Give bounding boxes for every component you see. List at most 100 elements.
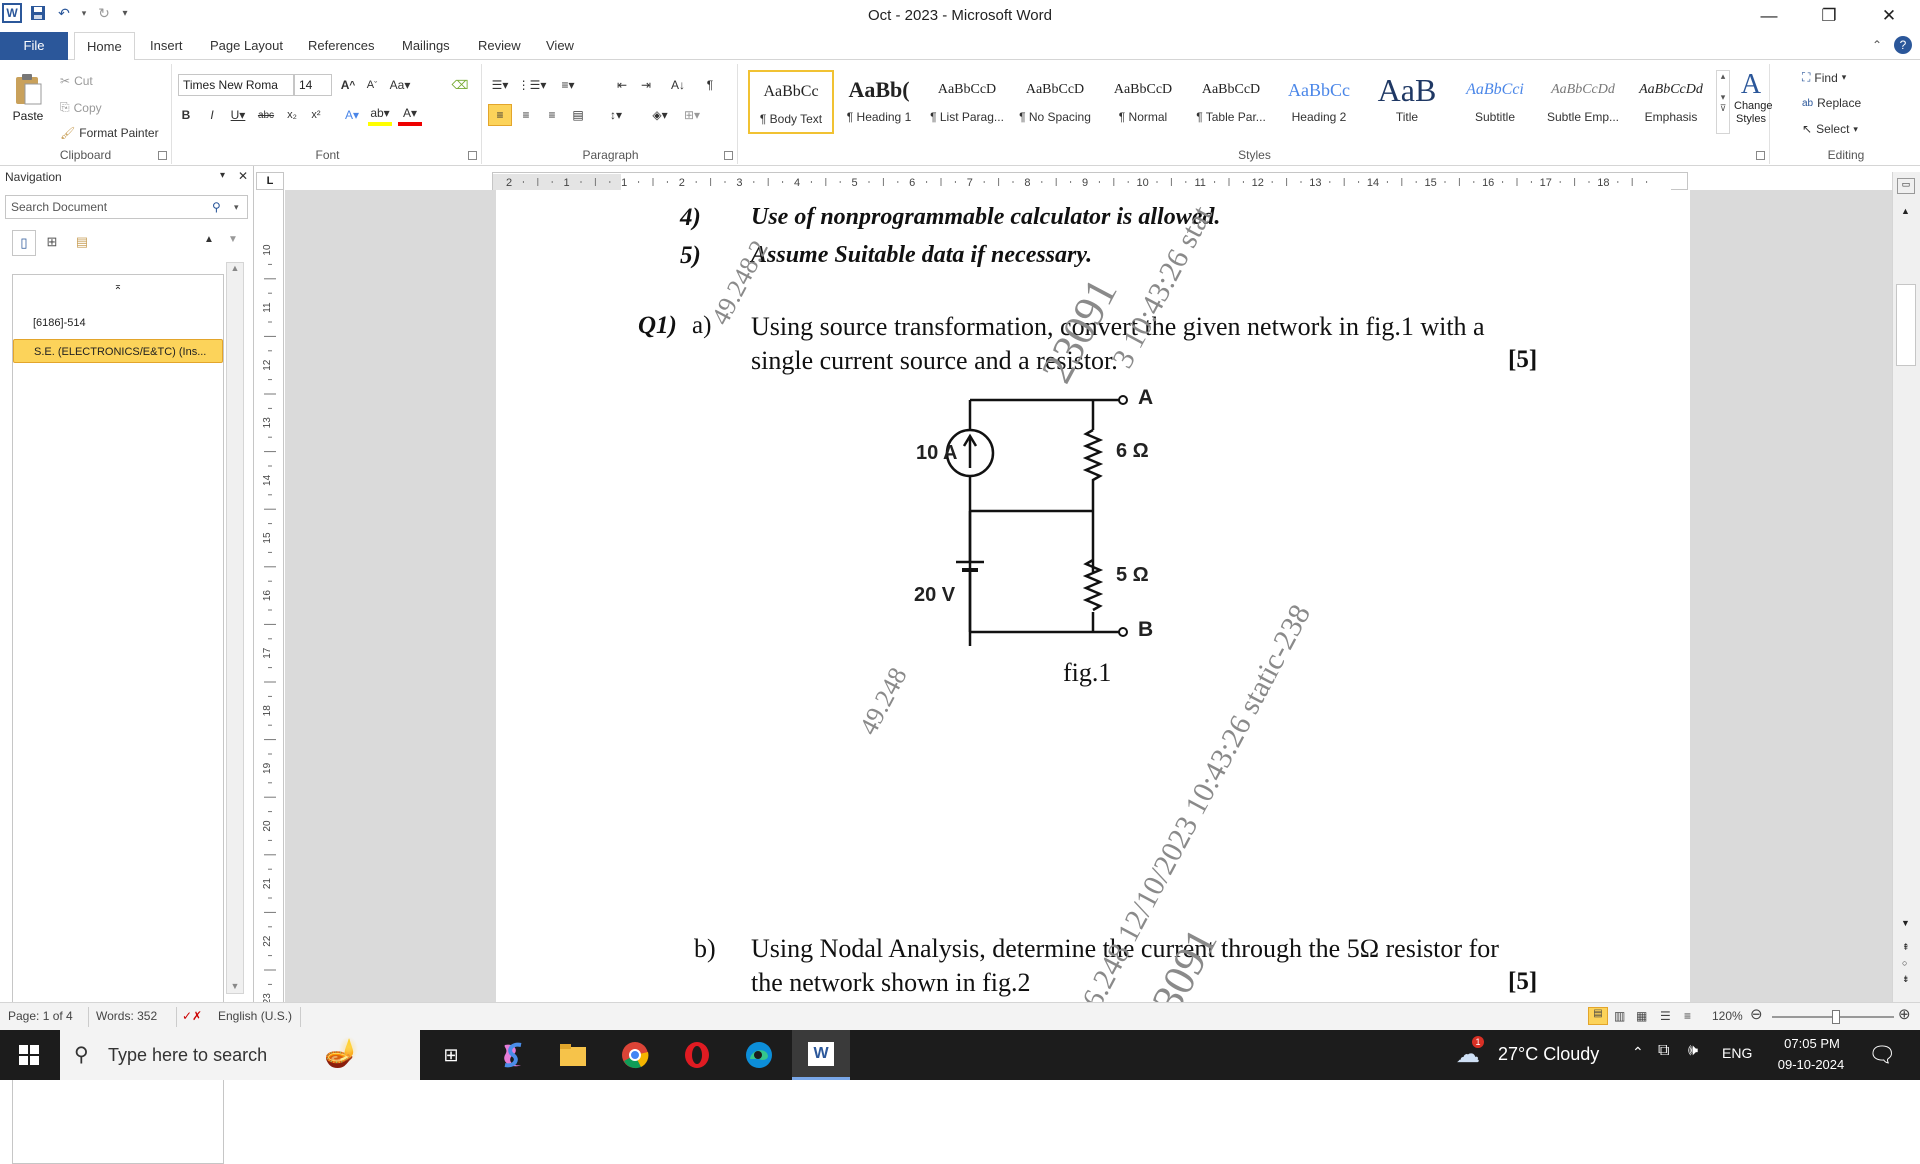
strikethrough-icon[interactable]: abc [254, 104, 278, 126]
minimize-icon[interactable]: — [1740, 0, 1798, 32]
windows-start-icon[interactable] [0, 1030, 58, 1080]
find-button[interactable]: ⛶ Find ▾ [1802, 70, 1846, 85]
web-layout-icon[interactable]: ▦ [1636, 1009, 1647, 1023]
tab-references[interactable]: References [296, 32, 386, 60]
align-right-icon[interactable]: ≡ [540, 104, 564, 126]
nav-close-icon[interactable]: ✕ [238, 169, 248, 183]
word-taskbar-icon[interactable]: W [792, 1030, 850, 1080]
search-icon[interactable]: ⚲ [212, 196, 221, 218]
scroll-thumb[interactable] [1896, 284, 1916, 366]
sort-icon[interactable]: A↓ [666, 74, 690, 96]
paragraph-launcher-icon[interactable] [724, 151, 733, 160]
clock-date[interactable]: 09-10-2024 [1766, 1057, 1856, 1072]
weather-text[interactable]: 27°C Cloudy [1498, 1044, 1599, 1065]
previous-heading-icon[interactable]: ▲ [204, 234, 214, 245]
nav-heading-item[interactable]: [6186]-514 [13, 311, 223, 335]
copilot-icon[interactable] [484, 1030, 542, 1080]
volume-icon[interactable]: 🕪 [1688, 1042, 1698, 1060]
style-emphasis[interactable]: AaBbCcDd Emphasis [1628, 70, 1714, 134]
cut-button[interactable]: ✂ Cut [60, 74, 93, 88]
tab-mailings[interactable]: Mailings [390, 32, 462, 60]
change-case-icon[interactable]: Aa▾ [388, 74, 412, 96]
zoom-in-icon[interactable]: ⊕ [1898, 1005, 1911, 1023]
increase-indent-icon[interactable]: ⇥ [634, 74, 658, 96]
tab-selector-icon[interactable]: L [256, 172, 284, 190]
paste-button[interactable]: Paste [10, 72, 46, 132]
browse-object-icon[interactable]: ○ [1902, 958, 1907, 968]
pages-view-icon[interactable]: ⊞ [40, 230, 64, 256]
opera-icon[interactable] [668, 1030, 726, 1080]
nav-search-input[interactable]: Search Document ⚲ ▾ [5, 195, 248, 219]
clipboard-launcher-icon[interactable] [158, 151, 167, 160]
restore-icon[interactable]: ❐ [1800, 0, 1858, 32]
show-marks-icon[interactable]: ¶ [698, 74, 722, 96]
align-center-icon[interactable]: ≡ [514, 104, 538, 126]
styles-launcher-icon[interactable] [1756, 151, 1765, 160]
underline-icon[interactable]: U▾ [226, 104, 250, 126]
bullets-icon[interactable]: ☰▾ [488, 74, 512, 96]
zoom-slider[interactable] [1772, 1010, 1894, 1024]
previous-page-icon[interactable]: ⇞ [1902, 942, 1910, 953]
vertical-scrollbar[interactable]: ▭ ▲ ▼ ⇞ ○ ⇟ [1892, 172, 1920, 1002]
edge-icon[interactable] [730, 1030, 788, 1080]
nav-menu-icon[interactable]: ▾ [220, 170, 225, 181]
tab-view[interactable]: View [534, 32, 586, 60]
proofing-icon[interactable]: ✓✗ [182, 1009, 202, 1023]
decrease-indent-icon[interactable]: ⇤ [610, 74, 634, 96]
borders-icon[interactable]: ⊞▾ [680, 104, 704, 126]
copy-button[interactable]: ⎘ Copy [60, 100, 102, 115]
style-no-spacing[interactable]: AaBbCcD ¶ No Spacing [1012, 70, 1098, 134]
print-layout-icon[interactable]: ▤ [1588, 1007, 1608, 1025]
style-body-text[interactable]: AaBbCc ¶ Body Text [748, 70, 834, 134]
style-table-paragraph[interactable]: AaBbCcD ¶ Table Par... [1188, 70, 1274, 134]
help-icon[interactable]: ? [1894, 36, 1912, 54]
italic-icon[interactable]: I [200, 104, 224, 126]
font-family-combo[interactable]: Times New Roma [178, 74, 294, 96]
text-effects-icon[interactable]: A▾ [340, 104, 364, 126]
language-status[interactable]: English (U.S.) [218, 1009, 292, 1023]
tab-page-layout[interactable]: Page Layout [198, 32, 295, 60]
collapse-all-icon[interactable]: ⌅ [13, 275, 223, 299]
bold-icon[interactable]: B [174, 104, 198, 126]
task-view-icon[interactable]: ⊞ [422, 1030, 480, 1080]
clock-time[interactable]: 07:05 PM [1770, 1036, 1854, 1051]
results-view-icon[interactable]: ▤ [70, 230, 94, 256]
file-explorer-icon[interactable] [544, 1030, 602, 1080]
shrink-font-icon[interactable]: Aˇ [360, 74, 384, 96]
taskbar-search-box[interactable]: ⚲ Type here to search 🪔 [60, 1030, 420, 1080]
grow-font-icon[interactable]: A ^ [336, 74, 360, 96]
full-screen-reading-icon[interactable]: ▥ [1614, 1009, 1625, 1023]
highlight-icon[interactable]: ab▾ [368, 104, 392, 126]
zoom-slider-thumb[interactable] [1831, 1010, 1840, 1024]
close-icon[interactable]: ✕ [1860, 0, 1918, 32]
font-launcher-icon[interactable] [468, 151, 477, 160]
styles-scroll[interactable]: ▴ ▾ ⊽ [1716, 70, 1730, 134]
format-painter-button[interactable]: 🖌 Format Painter [60, 126, 159, 140]
superscript-icon[interactable]: x² [304, 104, 328, 126]
line-spacing-icon[interactable]: ↕▾ [604, 104, 628, 126]
style-heading-1[interactable]: AaBb(¶ Heading 1 [836, 70, 922, 134]
word-count[interactable]: Words: 352 [96, 1009, 157, 1023]
chrome-icon[interactable] [606, 1030, 664, 1080]
headings-view-icon[interactable]: ▯ [12, 230, 36, 256]
style-heading-2[interactable]: AaBbCc Heading 2 [1276, 70, 1362, 134]
draft-view-icon[interactable]: ≡ [1684, 1009, 1691, 1023]
font-color-icon[interactable]: A▾ [398, 104, 422, 126]
tab-file[interactable]: File [0, 32, 68, 60]
style-title[interactable]: AaB Title [1364, 70, 1450, 134]
nav-scrollbar[interactable]: ▲ ▼ [226, 262, 244, 994]
numbering-icon[interactable]: ⋮☰▾ [518, 74, 547, 96]
next-page-icon[interactable]: ⇟ [1902, 974, 1910, 985]
show-hidden-icons-icon[interactable]: ⌃ [1632, 1044, 1644, 1061]
clear-formatting-icon[interactable]: ⌫ [448, 74, 472, 96]
nav-heading-item-selected[interactable]: S.E. (ELECTRONICS/E&TC) (Ins... [13, 339, 223, 363]
scroll-up-icon[interactable]: ▲ [1901, 206, 1910, 216]
zoom-out-icon[interactable]: ⊖ [1750, 1005, 1763, 1023]
tab-review[interactable]: Review [466, 32, 533, 60]
style-subtitle[interactable]: AaBbCci Subtitle [1452, 70, 1538, 134]
font-size-combo[interactable]: 14 [294, 74, 332, 96]
page-count[interactable]: Page: 1 of 4 [8, 1009, 73, 1023]
search-dropdown-icon[interactable]: ▾ [234, 196, 239, 218]
replace-button[interactable]: ab Replace [1802, 96, 1861, 110]
outline-view-icon[interactable]: ☰ [1660, 1009, 1671, 1023]
